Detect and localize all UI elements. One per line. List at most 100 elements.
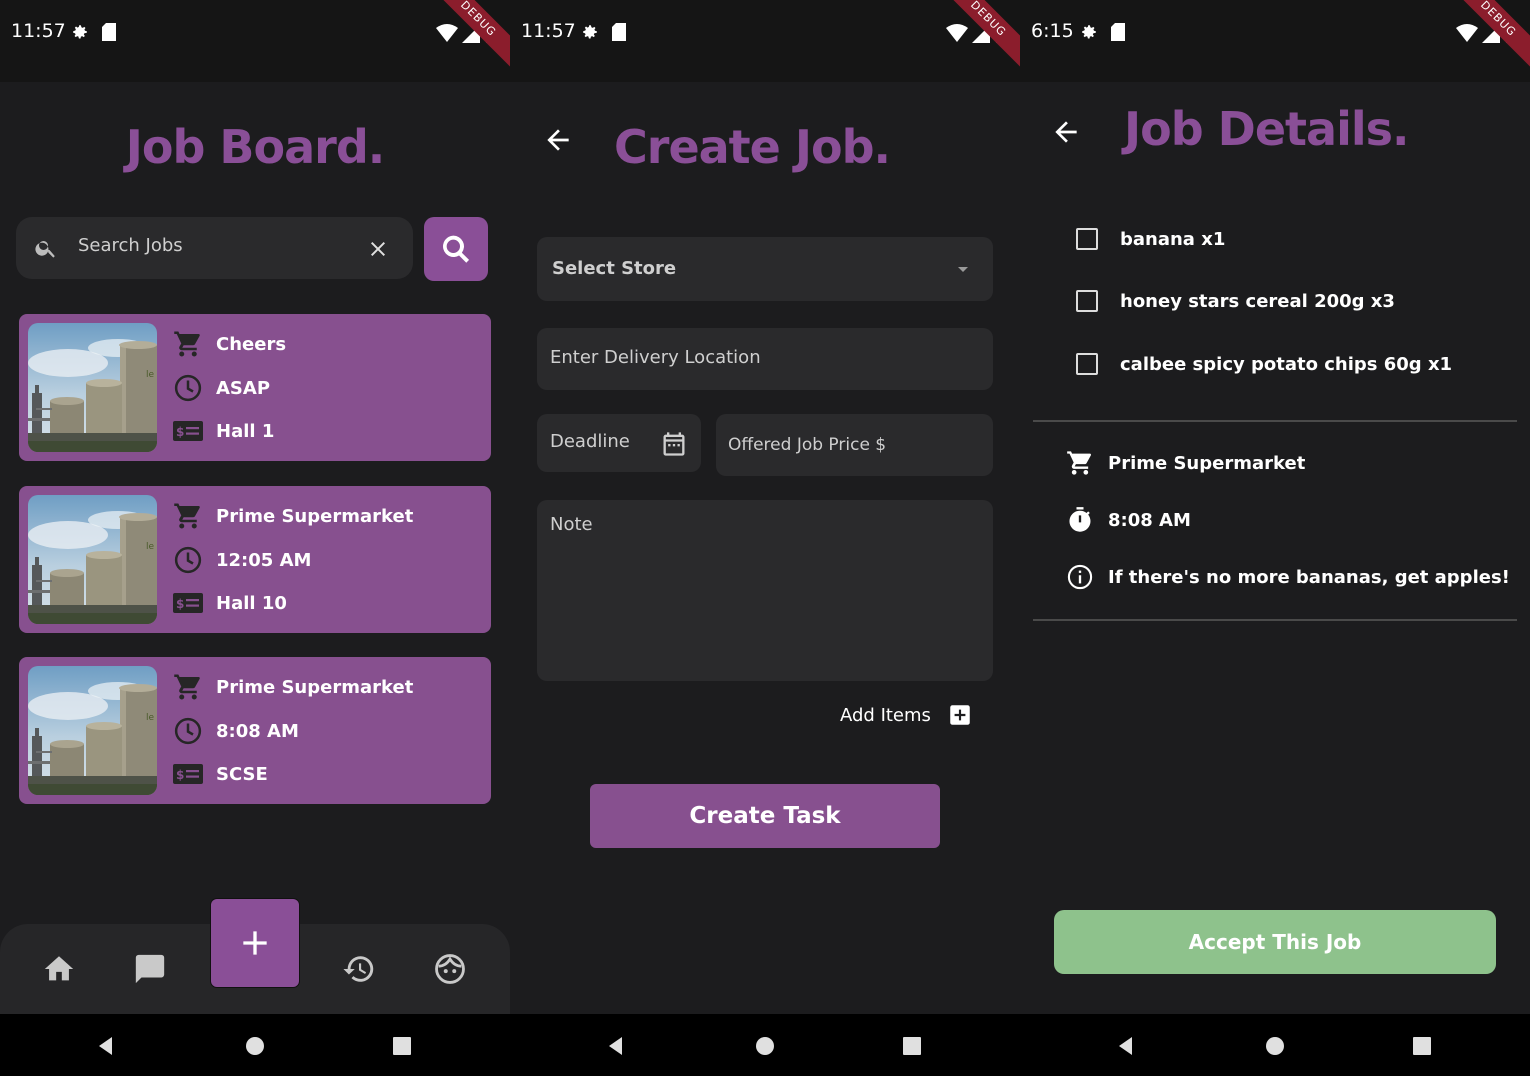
sd-card-icon: [1111, 23, 1125, 41]
recents-icon[interactable]: [1410, 1034, 1434, 1058]
calendar-icon[interactable]: [660, 430, 688, 458]
add-items-button[interactable]: Add Items: [840, 700, 980, 730]
store-image: [28, 495, 157, 624]
item-checkbox-row[interactable]: banana x1: [1076, 222, 1225, 256]
divider: [1033, 420, 1517, 422]
divider: [1033, 619, 1517, 621]
cart-icon: [1066, 449, 1094, 477]
checkbox[interactable]: [1076, 290, 1098, 312]
create-task-button[interactable]: Create Task: [590, 784, 940, 848]
job-time: ASAP: [216, 377, 271, 399]
recents-icon[interactable]: [900, 1034, 924, 1058]
arrow-left-icon[interactable]: [542, 124, 574, 156]
back-icon[interactable]: [95, 1034, 119, 1058]
job-price-input[interactable]: Offered Job Price $: [716, 414, 993, 476]
job-details-screen: 6:15 DEBUG Job Details. banana x1 honey …: [1020, 0, 1530, 1076]
status-bar: 11:57 DEBUG: [510, 0, 1020, 82]
cart-icon: [173, 501, 203, 531]
job-card[interactable]: Prime Supermarket 12:05 AM Hall 10: [19, 486, 491, 633]
status-time: 11:57: [11, 20, 66, 42]
history-icon[interactable]: [342, 952, 376, 986]
job-store-row: Cheers: [173, 327, 286, 361]
job-time: 12:05 AM: [216, 549, 312, 571]
system-nav-bar: [0, 1014, 510, 1076]
job-card[interactable]: Cheers ASAP Hall 1: [19, 314, 491, 461]
note-textarea[interactable]: Note: [537, 500, 993, 681]
status-bar: 6:15 DEBUG: [1020, 0, 1530, 82]
job-location-row: Hall 1: [173, 414, 274, 448]
status-time: 11:57: [521, 20, 576, 42]
job-time-row: ASAP: [173, 371, 270, 405]
item-checkbox-row[interactable]: calbee spicy potato chips 60g x1: [1076, 347, 1452, 381]
create-job-screen: 11:57 DEBUG Create Job. Select Store Ent…: [510, 0, 1020, 1076]
search-icon: [440, 233, 472, 265]
gear-icon: [581, 23, 599, 41]
cart-icon: [173, 672, 203, 702]
job-location-row: SCSE: [173, 757, 268, 791]
detail-note-row: If there's no more bananas, get apples!: [1066, 560, 1510, 594]
status-time: 6:15: [1031, 20, 1074, 42]
page-title: Create Job.: [614, 120, 891, 174]
checkbox[interactable]: [1076, 353, 1098, 375]
job-time-row: 8:08 AM: [173, 714, 299, 748]
add-box-icon: [947, 702, 973, 728]
home-button-icon[interactable]: [1263, 1034, 1287, 1058]
store-image: [28, 323, 157, 452]
job-store-row: Prime Supermarket: [173, 499, 413, 533]
sd-card-icon: [102, 23, 116, 41]
clock-icon: [173, 373, 203, 403]
checkbox[interactable]: [1076, 228, 1098, 250]
deadline-placeholder: Deadline: [550, 431, 630, 452]
item-label: banana x1: [1120, 228, 1226, 250]
job-store: Prime Supermarket: [216, 676, 414, 698]
page-title: Job Board.: [125, 120, 385, 174]
detail-store-row: Prime Supermarket: [1066, 446, 1305, 480]
search-button[interactable]: [424, 217, 488, 281]
system-nav-bar: [510, 1014, 1020, 1076]
dropdown-arrow-icon: [951, 257, 975, 281]
detail-time-row: 8:08 AM: [1066, 503, 1191, 537]
timer-icon: [1066, 506, 1094, 534]
status-bar: 11:57 DEBUG: [0, 0, 510, 82]
delivery-location-placeholder: Enter Delivery Location: [550, 347, 761, 368]
job-time: 8:08 AM: [216, 720, 299, 742]
back-icon[interactable]: [1115, 1034, 1139, 1058]
search-field[interactable]: Search Jobs: [16, 217, 413, 279]
search-input[interactable]: Search Jobs: [78, 235, 183, 256]
sd-card-icon: [612, 23, 626, 41]
clock-icon: [173, 545, 203, 575]
money-icon: [173, 421, 203, 441]
profile-icon[interactable]: [433, 952, 467, 986]
home-button-icon[interactable]: [243, 1034, 267, 1058]
store-select[interactable]: Select Store: [537, 237, 993, 301]
clock-icon: [173, 716, 203, 746]
delivery-location-input[interactable]: Enter Delivery Location: [537, 328, 993, 390]
back-icon[interactable]: [605, 1034, 629, 1058]
job-location: Hall 10: [216, 592, 287, 614]
home-icon[interactable]: [42, 952, 76, 986]
detail-time: 8:08 AM: [1108, 509, 1191, 531]
recents-icon[interactable]: [390, 1034, 414, 1058]
job-store-row: Prime Supermarket: [173, 670, 413, 704]
add-job-button[interactable]: [211, 899, 299, 987]
detail-store: Prime Supermarket: [1108, 452, 1306, 474]
job-card[interactable]: Prime Supermarket 8:08 AM SCSE: [19, 657, 491, 804]
item-checkbox-row[interactable]: honey stars cereal 200g x3: [1076, 284, 1395, 318]
detail-note: If there's no more bananas, get apples!: [1108, 566, 1510, 588]
job-store: Cheers: [216, 333, 287, 355]
money-icon: [173, 764, 203, 784]
arrow-left-icon[interactable]: [1050, 116, 1082, 148]
accept-job-button[interactable]: Accept This Job: [1054, 910, 1496, 974]
search-icon: [34, 236, 58, 260]
chat-icon[interactable]: [133, 952, 167, 986]
close-icon[interactable]: [366, 237, 390, 261]
job-price-placeholder: Offered Job Price $: [728, 435, 887, 455]
page-title: Job Details.: [1124, 102, 1409, 156]
gear-icon: [1080, 23, 1098, 41]
info-icon: [1066, 563, 1094, 591]
deadline-input[interactable]: Deadline: [537, 414, 701, 472]
gear-icon: [71, 23, 89, 41]
home-button-icon[interactable]: [753, 1034, 777, 1058]
store-select-placeholder: Select Store: [552, 258, 677, 279]
item-label: honey stars cereal 200g x3: [1120, 290, 1395, 312]
